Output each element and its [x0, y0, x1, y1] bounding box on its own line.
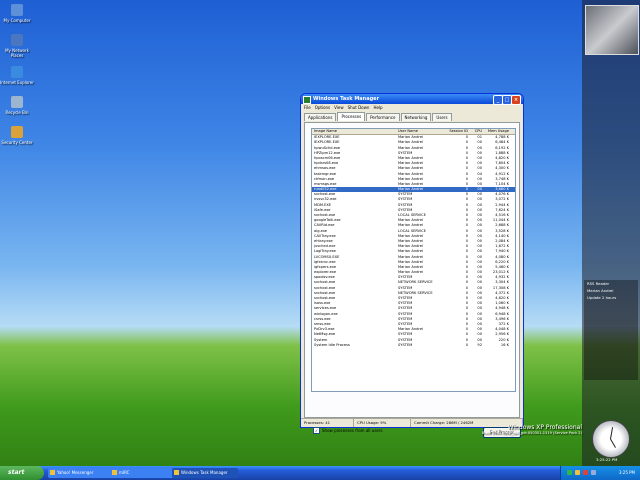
slideshow-gadget[interactable]	[585, 5, 639, 55]
volume-icon[interactable]	[591, 470, 596, 475]
taskbar-item-label: Windows Task Manager	[181, 470, 228, 475]
taskbar-item[interactable]: Windows Task Manager	[172, 468, 238, 478]
messenger-icon[interactable]	[575, 470, 580, 475]
task-manager-window: Windows Task Manager _ □ × File Options Vi…	[300, 93, 524, 438]
clock-hour-hand	[610, 438, 616, 448]
tab-users[interactable]: Users	[432, 113, 452, 121]
taskbar-item[interactable]: Yahoo! Messenger	[48, 468, 114, 478]
menu-bar: File Options View Shut Down Help	[301, 104, 523, 111]
process-list[interactable]: Image Name User Name Session ID CPU Mem Usag…	[311, 128, 516, 392]
column-header[interactable]: User Name	[398, 129, 446, 134]
desktop-icon-label: My Network Places	[5, 48, 29, 58]
desktop-icon-label: Security Center	[1, 140, 33, 145]
menu-item-view[interactable]: View	[334, 105, 344, 110]
column-header[interactable]: Session ID	[446, 129, 468, 134]
tab-strip: Applications Processes Performance Networki…	[304, 112, 520, 121]
desktop-icon-image	[11, 66, 23, 78]
rss-title: RSS Reader	[587, 281, 610, 286]
task-manager-icon	[303, 96, 311, 104]
show-all-users-checkbox[interactable]: ✓	[313, 427, 320, 434]
desktop-icon-image	[11, 34, 23, 46]
window-title: Windows Task Manager	[313, 96, 380, 102]
table-row[interactable]: System Idle Process SYSTEM 0 92 16 K	[312, 343, 515, 348]
column-header[interactable]: CPU	[468, 129, 482, 134]
tab-performance[interactable]: Performance	[366, 113, 400, 121]
taskbar-item[interactable]: mIRC	[110, 468, 176, 478]
watermark-build: Build 2600.xpsp_sp2_gdr.050301-1519 (Ser…	[481, 431, 582, 435]
table-cell: SYSTEM	[398, 342, 413, 347]
status-text: CPU Usage: 9%	[354, 419, 412, 427]
desktop-icon[interactable]: Recycle Bin	[0, 96, 34, 115]
table-cell: 16 K	[500, 342, 509, 347]
taskbar-item-icon	[50, 470, 55, 475]
security-icon[interactable]	[583, 470, 588, 475]
tab-applications[interactable]: Applications	[304, 113, 337, 121]
clock-minute-hand	[610, 427, 614, 440]
desktop-icon[interactable]: Internet Explorer	[0, 66, 34, 85]
desktop-icon[interactable]: My Network Places	[0, 34, 34, 58]
menu-item-options[interactable]: Options	[315, 105, 330, 110]
clock-caption: 3:25:22 PM	[596, 457, 618, 462]
process-list-body: IEXPLORE.EXE Marian Andrei 0 01 4,788 K IEXPL…	[312, 135, 515, 348]
taskbar-clock[interactable]: 3:25 PM	[619, 466, 635, 480]
taskbar-item-label: mIRC	[119, 470, 130, 475]
system-tray: 3:25 PM	[560, 466, 640, 480]
watermark-edition: Windows XP Professional	[507, 424, 582, 431]
rss-gadget[interactable]: RSS Reader Marian Andrei Update 2 hours	[584, 280, 638, 380]
tab-processes[interactable]: Processes	[337, 112, 366, 121]
table-cell: 92	[477, 342, 482, 347]
taskbar-item-label: Yahoo! Messenger	[57, 470, 94, 475]
desktop-icon-image	[11, 96, 23, 108]
taskbar-item-icon	[174, 470, 179, 475]
desktop-icon-image	[11, 126, 23, 138]
show-all-users-label: Show processes from all users	[322, 428, 383, 433]
os-watermark: Windows XP Professional Build 2600.xpsp_…	[480, 424, 582, 435]
rss-item[interactable]: Marian Andrei	[584, 287, 638, 294]
desktop-icon-label: Internet Explorer	[0, 80, 34, 85]
windows-sidebar: RSS Reader Marian Andrei Update 2 hours	[582, 0, 640, 466]
taskbar-item-icon	[112, 470, 117, 475]
clock-gadget[interactable]	[592, 420, 630, 458]
menu-item-file[interactable]: File	[304, 105, 311, 110]
desktop-icon-image	[11, 4, 23, 16]
close-button[interactable]: ×	[511, 95, 521, 105]
table-cell: System Idle Process	[314, 342, 350, 347]
taskbar: start Yahoo! Messenger mIRC Windows Task M…	[0, 466, 640, 480]
show-all-users-option[interactable]: ✓ Show processes from all users	[313, 427, 383, 434]
network-icon[interactable]	[567, 470, 572, 475]
desktop-icon-label: My Computer	[3, 18, 31, 23]
desktop-icon[interactable]: Security Center	[0, 126, 34, 145]
processes-panel: Image Name User Name Session ID CPU Mem Usag…	[304, 122, 521, 438]
start-button[interactable]: start	[0, 466, 44, 480]
window-title-bar[interactable]: Windows Task Manager _ □ ×	[301, 94, 523, 105]
status-text: Processes: 41	[301, 419, 355, 427]
column-header[interactable]: Image Name	[312, 129, 398, 134]
menu-item-shut-down[interactable]: Shut Down	[348, 105, 370, 110]
desktop-icon[interactable]: My Computer	[0, 4, 34, 23]
menu-item-help[interactable]: Help	[373, 105, 382, 110]
desktop-icon-label: Recycle Bin	[5, 110, 29, 115]
column-header[interactable]: Mem Usage	[482, 129, 511, 134]
tab-networking[interactable]: Networking	[400, 113, 432, 121]
rss-item[interactable]: Update 2 hours	[584, 294, 638, 301]
table-cell: 0	[465, 342, 468, 347]
